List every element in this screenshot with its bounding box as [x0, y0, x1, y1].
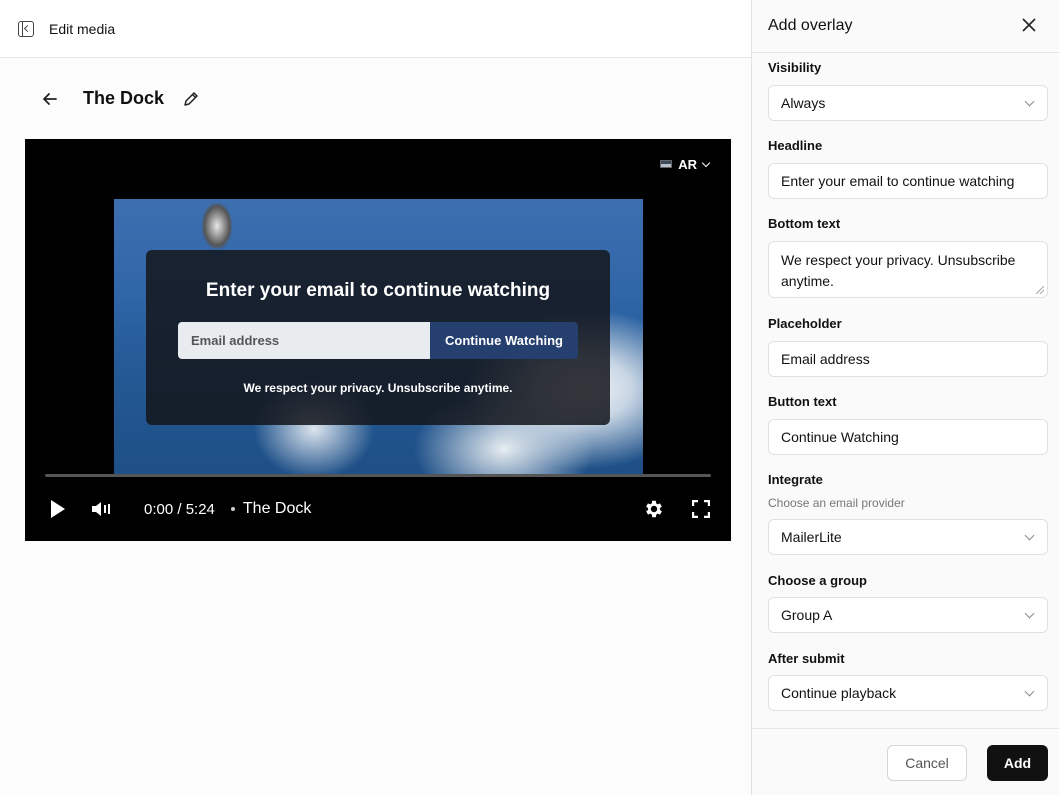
chevron-down-icon	[1024, 608, 1035, 619]
overlay-submit-button[interactable]: Continue Watching	[430, 322, 578, 359]
integrate-label: Integrate	[768, 472, 823, 487]
progress-bar[interactable]	[45, 474, 711, 477]
after-submit-value: Continue playback	[781, 685, 897, 701]
visibility-select[interactable]: Always	[768, 85, 1048, 121]
add-button[interactable]: Add	[987, 745, 1048, 781]
video-name: The Dock	[242, 500, 312, 517]
pencil-icon[interactable]	[182, 90, 200, 108]
time-display: 0:00 / 5:24	[144, 500, 215, 518]
email-overlay: Enter your email to continue watching Em…	[146, 250, 610, 425]
visibility-value: Always	[781, 95, 826, 111]
language-label: AR	[678, 156, 697, 172]
bottom-text-textarea[interactable]: We respect your privacy. Unsubscribe any…	[768, 241, 1048, 298]
language-selector[interactable]: AR	[660, 155, 711, 173]
close-icon[interactable]	[1021, 17, 1037, 33]
overlay-email-input[interactable]: Email address	[178, 322, 430, 359]
resize-handle-icon[interactable]	[1036, 286, 1044, 294]
panel-header: Add overlay	[752, 0, 1059, 53]
sidebar-toggle-icon[interactable]	[18, 20, 34, 37]
group-label: Choose a group	[768, 573, 867, 588]
gear-icon[interactable]	[643, 498, 665, 520]
chevron-down-icon	[701, 158, 711, 167]
play-icon[interactable]	[51, 500, 65, 518]
flag-icon	[660, 160, 673, 168]
chevron-down-icon	[1024, 686, 1035, 697]
placeholder-input[interactable]: Email address	[768, 341, 1048, 377]
headline-input[interactable]: Enter your email to continue watching	[768, 163, 1048, 199]
add-overlay-panel: Add overlay Visibility Always Headline E…	[751, 0, 1059, 795]
page-title: Edit media	[49, 20, 116, 37]
media-header: The Dock	[40, 88, 200, 109]
after-submit-select[interactable]: Continue playback	[768, 675, 1048, 711]
overlay-bottom-text: We respect your privacy. Unsubscribe any…	[243, 381, 513, 395]
group-value: Group A	[781, 607, 833, 623]
button-text-label: Button text	[768, 394, 837, 409]
player-controls: 0:00 / 5:24 The Dock	[25, 491, 731, 527]
bottom-text-label: Bottom text	[768, 216, 841, 231]
panel-footer: Cancel Add	[752, 728, 1059, 795]
button-text-value: Continue Watching	[781, 429, 899, 445]
media-title: The Dock	[83, 88, 165, 108]
headline-label: Headline	[768, 138, 823, 153]
bottom-text-value: We respect your privacy. Unsubscribe any…	[781, 252, 1016, 289]
back-arrow-icon[interactable]	[40, 89, 60, 109]
overlay-form: Email address Continue Watching	[178, 322, 578, 359]
group-select[interactable]: Group A	[768, 597, 1048, 633]
placeholder-value: Email address	[781, 351, 870, 367]
video-frame: Enter your email to continue watching Em…	[114, 199, 643, 474]
video-player[interactable]: AR Enter your email to continue watching…	[25, 139, 731, 541]
separator-dot	[230, 507, 235, 511]
overlay-headline: Enter your email to continue watching	[205, 280, 551, 301]
panel-title: Add overlay	[768, 17, 853, 34]
email-provider-value: MailerLite	[781, 529, 842, 545]
visibility-label: Visibility	[768, 60, 822, 75]
chevron-down-icon	[1024, 530, 1035, 541]
top-bar: Edit media	[0, 0, 751, 58]
volume-icon[interactable]	[91, 500, 113, 518]
fullscreen-icon[interactable]	[692, 500, 710, 518]
chevron-down-icon	[1024, 96, 1035, 107]
integrate-sublabel: Choose an email provider	[768, 496, 905, 510]
email-provider-select[interactable]: MailerLite	[768, 519, 1048, 555]
headline-value: Enter your email to continue watching	[781, 173, 1015, 189]
button-text-input[interactable]: Continue Watching	[768, 419, 1048, 455]
surfer-image	[202, 203, 232, 249]
placeholder-label: Placeholder	[768, 316, 842, 331]
cancel-button[interactable]: Cancel	[887, 745, 967, 781]
after-submit-label: After submit	[768, 651, 845, 666]
